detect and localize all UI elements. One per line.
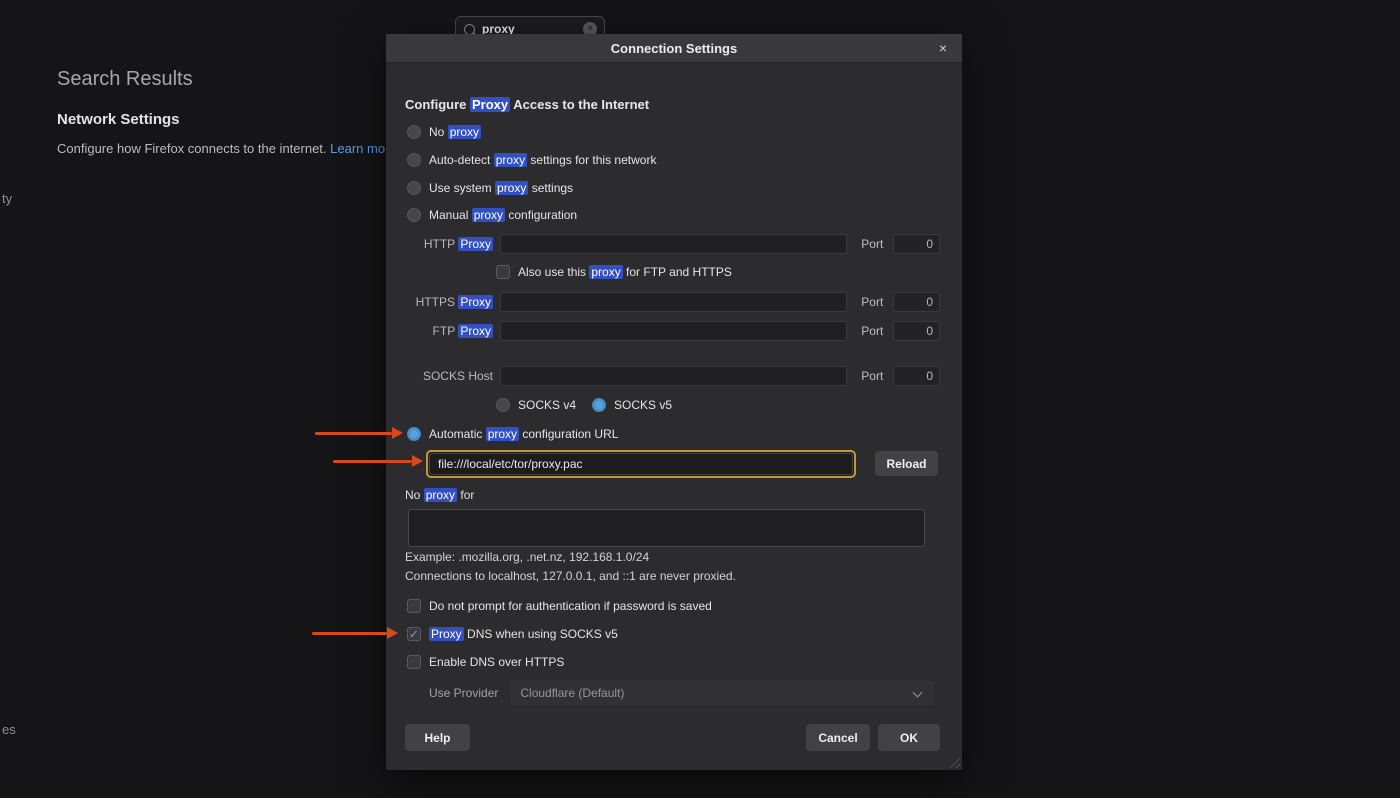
provider-dropdown[interactable]: Cloudflare (Default) — [510, 681, 934, 705]
radio-label: Auto-detect proxy settings for this netw… — [429, 153, 656, 167]
socks-version-group: SOCKS v4 SOCKS v5 — [496, 396, 672, 414]
ftp-proxy-row: FTP Proxy Port 0 — [400, 321, 940, 341]
dialog-title: Connection Settings — [611, 41, 737, 56]
radio-manual-proxy[interactable]: Manual proxy configuration — [407, 206, 577, 224]
radio-auto-detect-proxy[interactable]: Auto-detect proxy settings for this netw… — [407, 151, 656, 169]
provider-selected-value: Cloudflare (Default) — [520, 686, 624, 700]
https-port-input[interactable]: 0 — [893, 292, 940, 312]
arrow-head-icon — [412, 455, 423, 467]
heading-pre: Configure — [405, 97, 470, 112]
reload-button[interactable]: Reload — [875, 451, 938, 476]
heading-highlight: Proxy — [470, 97, 510, 112]
pac-url-field-wrapper — [426, 450, 856, 478]
https-proxy-label: HTTPS Proxy — [400, 295, 493, 309]
radio-icon[interactable] — [407, 208, 421, 222]
arrow-head-icon — [387, 627, 398, 639]
annotation-arrow-proxy-dns-checkbox — [312, 627, 398, 640]
http-proxy-input[interactable] — [500, 234, 847, 254]
no-proxy-for-label: No proxy for — [405, 488, 474, 502]
port-label: Port — [861, 324, 883, 338]
http-proxy-label: HTTP Proxy — [400, 237, 493, 251]
radio-label: Manual proxy configuration — [429, 208, 577, 222]
radio-label: No proxy — [429, 125, 481, 139]
checkbox-proxy-dns-socks5[interactable]: ✓ Proxy DNS when using SOCKS v5 — [407, 625, 618, 643]
checkbox-icon[interactable] — [407, 655, 421, 669]
socks-port-input[interactable]: 0 — [893, 366, 940, 386]
checkbox-label: Also use this proxy for FTP and HTTPS — [518, 265, 732, 279]
firefox-settings-page: Search Results Network Settings Configur… — [0, 0, 1400, 798]
description-text: Configure how Firefox connects to the in… — [57, 141, 330, 156]
search-icon — [464, 24, 475, 35]
socks-host-input[interactable] — [500, 366, 847, 386]
https-proxy-input[interactable] — [500, 292, 847, 312]
arrow-shaft — [312, 632, 387, 635]
resize-grip[interactable] — [947, 755, 960, 768]
radio-system-proxy[interactable]: Use system proxy settings — [407, 179, 573, 197]
also-use-proxy-checkbox[interactable]: Also use this proxy for FTP and HTTPS — [496, 263, 732, 281]
no-proxy-for-textarea[interactable] — [408, 509, 925, 547]
checkbox-icon[interactable] — [407, 599, 421, 613]
doh-provider-row: Use Provider Cloudflare (Default) — [429, 681, 934, 705]
checkbox-checked-icon[interactable]: ✓ — [407, 627, 421, 641]
learn-more-link[interactable]: Learn mor — [330, 141, 389, 156]
socks-v4-label: SOCKS v4 — [518, 398, 576, 412]
port-label: Port — [861, 369, 883, 383]
radio-icon[interactable] — [407, 181, 421, 195]
checkbox-label: Enable DNS over HTTPS — [429, 655, 564, 669]
help-button[interactable]: Help — [405, 724, 470, 751]
checkbox-label: Do not prompt for authentication if pass… — [429, 599, 712, 613]
annotation-arrow-pac-url-field — [333, 455, 423, 468]
radio-icon[interactable] — [407, 427, 421, 441]
http-port-input[interactable]: 0 — [893, 234, 940, 254]
ftp-proxy-label: FTP Proxy — [400, 324, 493, 338]
checkbox-enable-doh[interactable]: Enable DNS over HTTPS — [407, 653, 564, 671]
radio-no-proxy[interactable]: No proxy — [407, 123, 481, 141]
use-provider-label: Use Provider — [429, 686, 498, 700]
configure-proxy-heading: Configure Proxy Access to the Internet — [405, 97, 649, 112]
connection-settings-dialog: Connection Settings × Configure Proxy Ac… — [386, 34, 962, 770]
localhost-note-text: Connections to localhost, 127.0.0.1, and… — [405, 569, 736, 583]
dialog-titlebar: Connection Settings × — [386, 34, 962, 63]
close-icon[interactable]: × — [935, 40, 951, 56]
no-proxy-example-text: Example: .mozilla.org, .net.nz, 192.168.… — [405, 550, 649, 564]
pac-url-input[interactable] — [429, 453, 853, 475]
radio-socks-v4[interactable] — [496, 398, 510, 412]
arrow-shaft — [333, 460, 412, 463]
network-settings-description: Configure how Firefox connects to the in… — [57, 141, 389, 156]
radio-label: Use system proxy settings — [429, 181, 573, 195]
ftp-port-input[interactable]: 0 — [893, 321, 940, 341]
cancel-button[interactable]: Cancel — [806, 724, 870, 751]
radio-socks-v5[interactable] — [592, 398, 606, 412]
sidebar-item-fragment-extensions[interactable]: es — [2, 722, 16, 737]
checkbox-icon[interactable] — [496, 265, 510, 279]
checkbox-label: Proxy DNS when using SOCKS v5 — [429, 627, 618, 641]
arrow-shaft — [315, 432, 392, 435]
socks-host-label: SOCKS Host — [400, 369, 493, 383]
ok-button[interactable]: OK — [878, 724, 940, 751]
heading-post: Access to the Internet — [510, 97, 649, 112]
radio-automatic-proxy-url[interactable]: Automatic proxy configuration URL — [407, 425, 618, 443]
port-label: Port — [861, 237, 883, 251]
https-proxy-row: HTTPS Proxy Port 0 — [400, 292, 940, 312]
radio-label: Automatic proxy configuration URL — [429, 427, 618, 441]
radio-icon[interactable] — [407, 153, 421, 167]
socks-host-row: SOCKS Host Port 0 — [400, 366, 940, 386]
ftp-proxy-input[interactable] — [500, 321, 847, 341]
checkbox-no-auth-prompt[interactable]: Do not prompt for authentication if pass… — [407, 597, 712, 615]
sidebar-item-fragment-security[interactable]: ty — [2, 191, 12, 206]
radio-icon[interactable] — [407, 125, 421, 139]
port-label: Port — [861, 295, 883, 309]
network-settings-heading: Network Settings — [57, 111, 180, 128]
search-results-title: Search Results — [57, 68, 193, 91]
socks-v5-label: SOCKS v5 — [614, 398, 672, 412]
http-proxy-row: HTTP Proxy Port 0 — [400, 234, 940, 254]
annotation-arrow-auto-proxy-radio — [315, 427, 403, 440]
chevron-down-icon — [914, 688, 922, 696]
arrow-head-icon — [392, 427, 403, 439]
